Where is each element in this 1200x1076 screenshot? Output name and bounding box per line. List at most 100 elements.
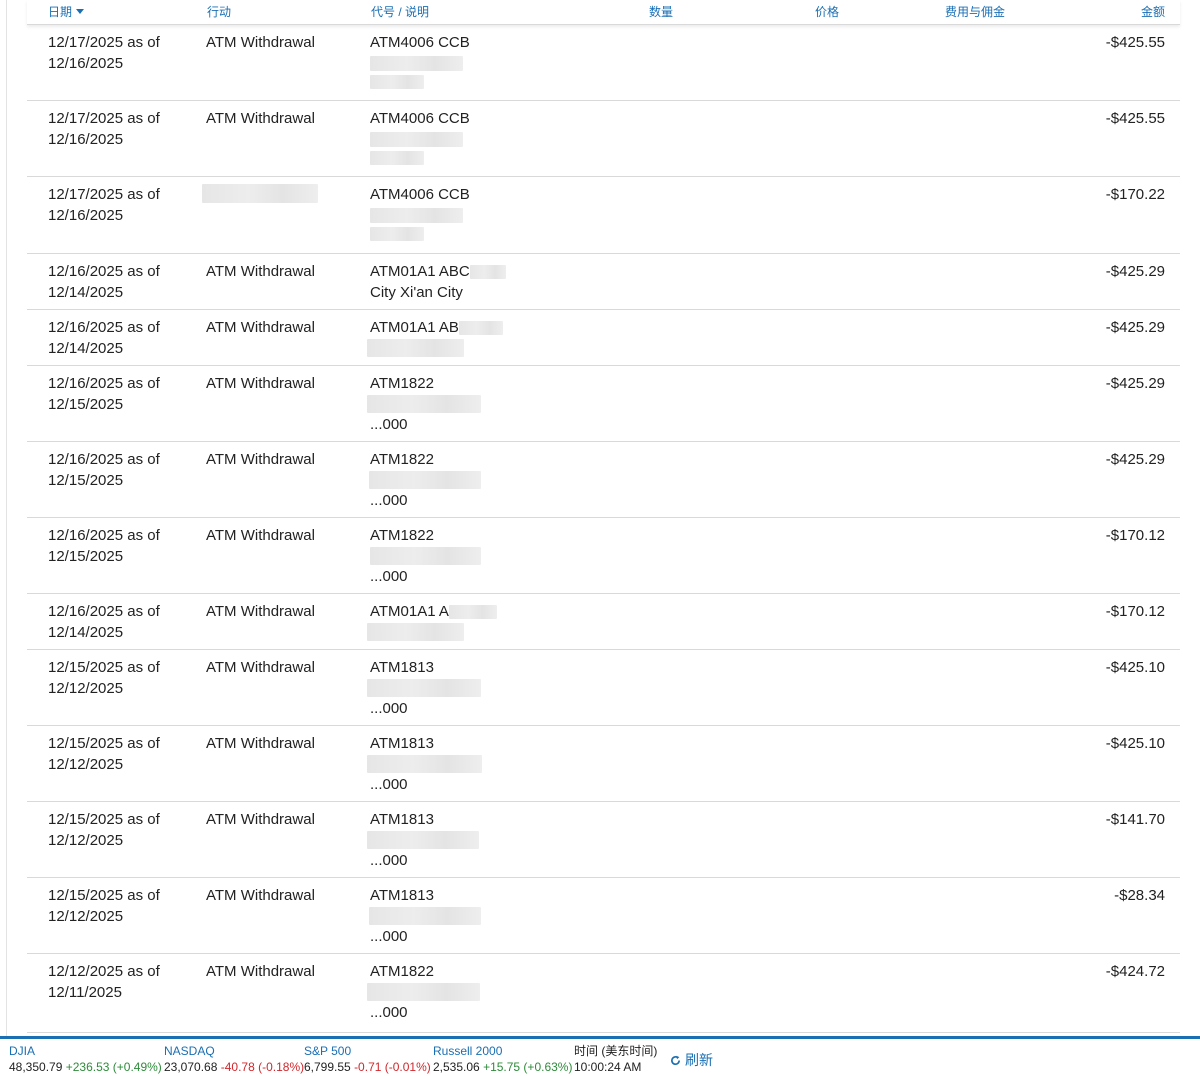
ticker-value: 23,070.68 xyxy=(164,1060,218,1074)
amount-cell: -$141.70 xyxy=(1105,811,1165,828)
date-cell: 12/12/2025 as of 12/11/2025 xyxy=(48,961,188,1003)
redacted-text xyxy=(469,265,506,279)
ticker-change: +236.53 (+0.49%) xyxy=(65,1060,162,1074)
posted-date: 12/17/2025 as of xyxy=(48,186,160,203)
table-row[interactable]: 12/15/2025 as of 12/12/2025 ATM Withdraw… xyxy=(27,726,1180,802)
posted-date: 12/15/2025 as of xyxy=(48,887,160,904)
redacted-action xyxy=(202,184,318,203)
ticker-value: 2,535.06 xyxy=(433,1060,480,1074)
table-row[interactable]: 12/15/2025 as of 12/12/2025 ATM Withdraw… xyxy=(27,878,1180,954)
amount-cell: -$170.22 xyxy=(1105,186,1165,203)
redacted-text xyxy=(367,983,480,1001)
table-row[interactable]: 12/16/2025 as of 12/15/2025 ATM Withdraw… xyxy=(27,518,1180,594)
action-cell: ATM Withdrawal xyxy=(206,263,315,280)
date-cell: 12/15/2025 as of 12/12/2025 xyxy=(48,809,188,851)
action-cell: ATM Withdrawal xyxy=(206,887,315,904)
redacted-text xyxy=(370,56,463,71)
table-row[interactable]: 12/17/2025 as of 12/16/2025 ATM Withdraw… xyxy=(27,101,1180,177)
amount-cell: -$425.29 xyxy=(1105,451,1165,468)
table-row[interactable]: 12/12/2025 as of 12/11/2025 ATM Withdraw… xyxy=(27,954,1180,1033)
redacted-text xyxy=(367,831,479,849)
description-line-1: ATM1822 xyxy=(370,375,434,392)
posted-date: 12/16/2025 as of xyxy=(48,263,160,280)
redacted-text xyxy=(367,679,481,697)
redacted-text xyxy=(370,151,424,165)
description-cell: ATM1822 ...000 xyxy=(370,525,630,587)
description-cell: ATM1813 ...000 xyxy=(369,885,630,947)
action-cell xyxy=(202,184,356,203)
market-time: 时间 (美东时间) 10:00:24 AM xyxy=(574,1043,657,1075)
redacted-text xyxy=(369,907,481,925)
posted-date: 12/15/2025 as of xyxy=(48,811,160,828)
amount-cell: -$425.29 xyxy=(1105,375,1165,392)
left-border xyxy=(6,0,7,1036)
description-line-3: ...000 xyxy=(370,928,408,945)
ticker-nasdaq[interactable]: NASDAQ 23,070.68 -40.78 (-0.18%) xyxy=(164,1043,304,1075)
posted-date: 12/15/2025 as of xyxy=(48,735,160,752)
ticker-values: 23,070.68 -40.78 (-0.18%) xyxy=(164,1059,304,1075)
as-of-date: 12/16/2025 xyxy=(48,55,124,72)
redacted-text xyxy=(370,75,424,89)
table-row[interactable]: 12/15/2025 as of 12/12/2025 ATM Withdraw… xyxy=(27,802,1180,878)
description-line-1: ATM01A1 AB xyxy=(370,317,630,338)
column-header-date[interactable]: 日期 xyxy=(48,3,85,20)
description-line-1: ATM1813 xyxy=(370,811,434,828)
table-header: 日期 行动 代号 / 说明 数量 价格 费用与佣金 金额 xyxy=(27,0,1180,25)
description-line-1: ATM1813 xyxy=(370,659,434,676)
ticker-value: 6,799.55 xyxy=(304,1060,351,1074)
table-row[interactable]: 12/17/2025 as of 12/16/2025 ATM Withdraw… xyxy=(27,25,1180,101)
as-of-date: 12/12/2025 xyxy=(48,756,124,773)
as-of-date: 12/15/2025 xyxy=(48,548,124,565)
description-line-1: ATM4006 CCB xyxy=(370,186,470,203)
ticker-values: 2,535.06 +15.75 (+0.63%) xyxy=(433,1059,572,1075)
ticker-values: 48,350.79 +236.53 (+0.49%) xyxy=(9,1059,162,1075)
table-row[interactable]: 12/16/2025 as of 12/14/2025 ATM Withdraw… xyxy=(27,254,1180,310)
description-cell: ATM1813 ...000 xyxy=(367,809,630,871)
description-line-3: ...000 xyxy=(370,700,408,717)
amount-cell: -$170.12 xyxy=(1105,603,1165,620)
refresh-button[interactable]: 刷新 xyxy=(670,1050,713,1070)
posted-date: 12/16/2025 as of xyxy=(48,527,160,544)
column-header-symbol-description[interactable]: 代号 / 说明 xyxy=(371,3,429,20)
ticker-name: S&P 500 xyxy=(304,1044,352,1058)
as-of-date: 12/16/2025 xyxy=(48,207,124,224)
amount-cell: -$425.29 xyxy=(1105,263,1165,280)
action-cell: ATM Withdrawal xyxy=(206,110,315,127)
transactions-table-body: 12/17/2025 as of 12/16/2025 ATM Withdraw… xyxy=(27,25,1180,1033)
column-header-price[interactable]: 价格 xyxy=(815,3,839,20)
description-line-1: ATM1813 xyxy=(370,887,434,904)
transactions-page: 日期 行动 代号 / 说明 数量 价格 费用与佣金 金额 12/17/2025 … xyxy=(0,0,1200,1076)
description-cell: ATM1822 ...000 xyxy=(367,373,630,435)
table-row[interactable]: 12/15/2025 as of 12/12/2025 ATM Withdraw… xyxy=(27,650,1180,726)
ticker-change: -0.71 (-0.01%) xyxy=(354,1060,431,1074)
market-ticker-bar: DJIA 48,350.79 +236.53 (+0.49%) NASDAQ 2… xyxy=(0,1036,1200,1076)
action-cell: ATM Withdrawal xyxy=(206,659,315,676)
description-line-3: ...000 xyxy=(370,852,408,869)
refresh-icon xyxy=(670,1053,681,1068)
description-line-3: ...000 xyxy=(370,776,408,793)
description-text: ATM01A1 AB xyxy=(370,319,459,336)
date-cell: 12/17/2025 as of 12/16/2025 xyxy=(48,184,188,226)
ticker-sp500[interactable]: S&P 500 6,799.55 -0.71 (-0.01%) xyxy=(304,1043,431,1075)
table-row[interactable]: 12/17/2025 as of 12/16/2025 ATM4006 CCB … xyxy=(27,177,1180,254)
amount-cell: -$425.55 xyxy=(1105,110,1165,127)
table-row[interactable]: 12/16/2025 as of 12/14/2025 ATM Withdraw… xyxy=(27,310,1180,366)
table-row[interactable]: 12/16/2025 as of 12/15/2025 ATM Withdraw… xyxy=(27,442,1180,518)
description-cell: ATM1822 ...000 xyxy=(369,449,630,511)
as-of-date: 12/12/2025 xyxy=(48,908,124,925)
time-value: 10:00:24 AM xyxy=(574,1060,642,1074)
column-header-fees-commissions[interactable]: 费用与佣金 xyxy=(945,3,1005,20)
ticker-djia[interactable]: DJIA 48,350.79 +236.53 (+0.49%) xyxy=(9,1043,162,1075)
ticker-russell-2000[interactable]: Russell 2000 2,535.06 +15.75 (+0.63%) xyxy=(433,1043,572,1075)
action-cell: ATM Withdrawal xyxy=(206,811,315,828)
description-line-1: ATM4006 CCB xyxy=(370,34,470,51)
amount-cell: -$425.10 xyxy=(1105,659,1165,676)
time-label: 时间 (美东时间) xyxy=(574,1044,658,1058)
table-row[interactable]: 12/16/2025 as of 12/14/2025 ATM Withdraw… xyxy=(27,594,1180,650)
column-header-amount[interactable]: 金额 xyxy=(1141,3,1165,20)
table-row[interactable]: 12/16/2025 as of 12/15/2025 ATM Withdraw… xyxy=(27,366,1180,442)
as-of-date: 12/14/2025 xyxy=(48,624,124,641)
column-header-action[interactable]: 行动 xyxy=(207,3,231,20)
description-text: ATM01A1 A xyxy=(370,603,449,620)
column-header-quantity[interactable]: 数量 xyxy=(649,3,673,20)
